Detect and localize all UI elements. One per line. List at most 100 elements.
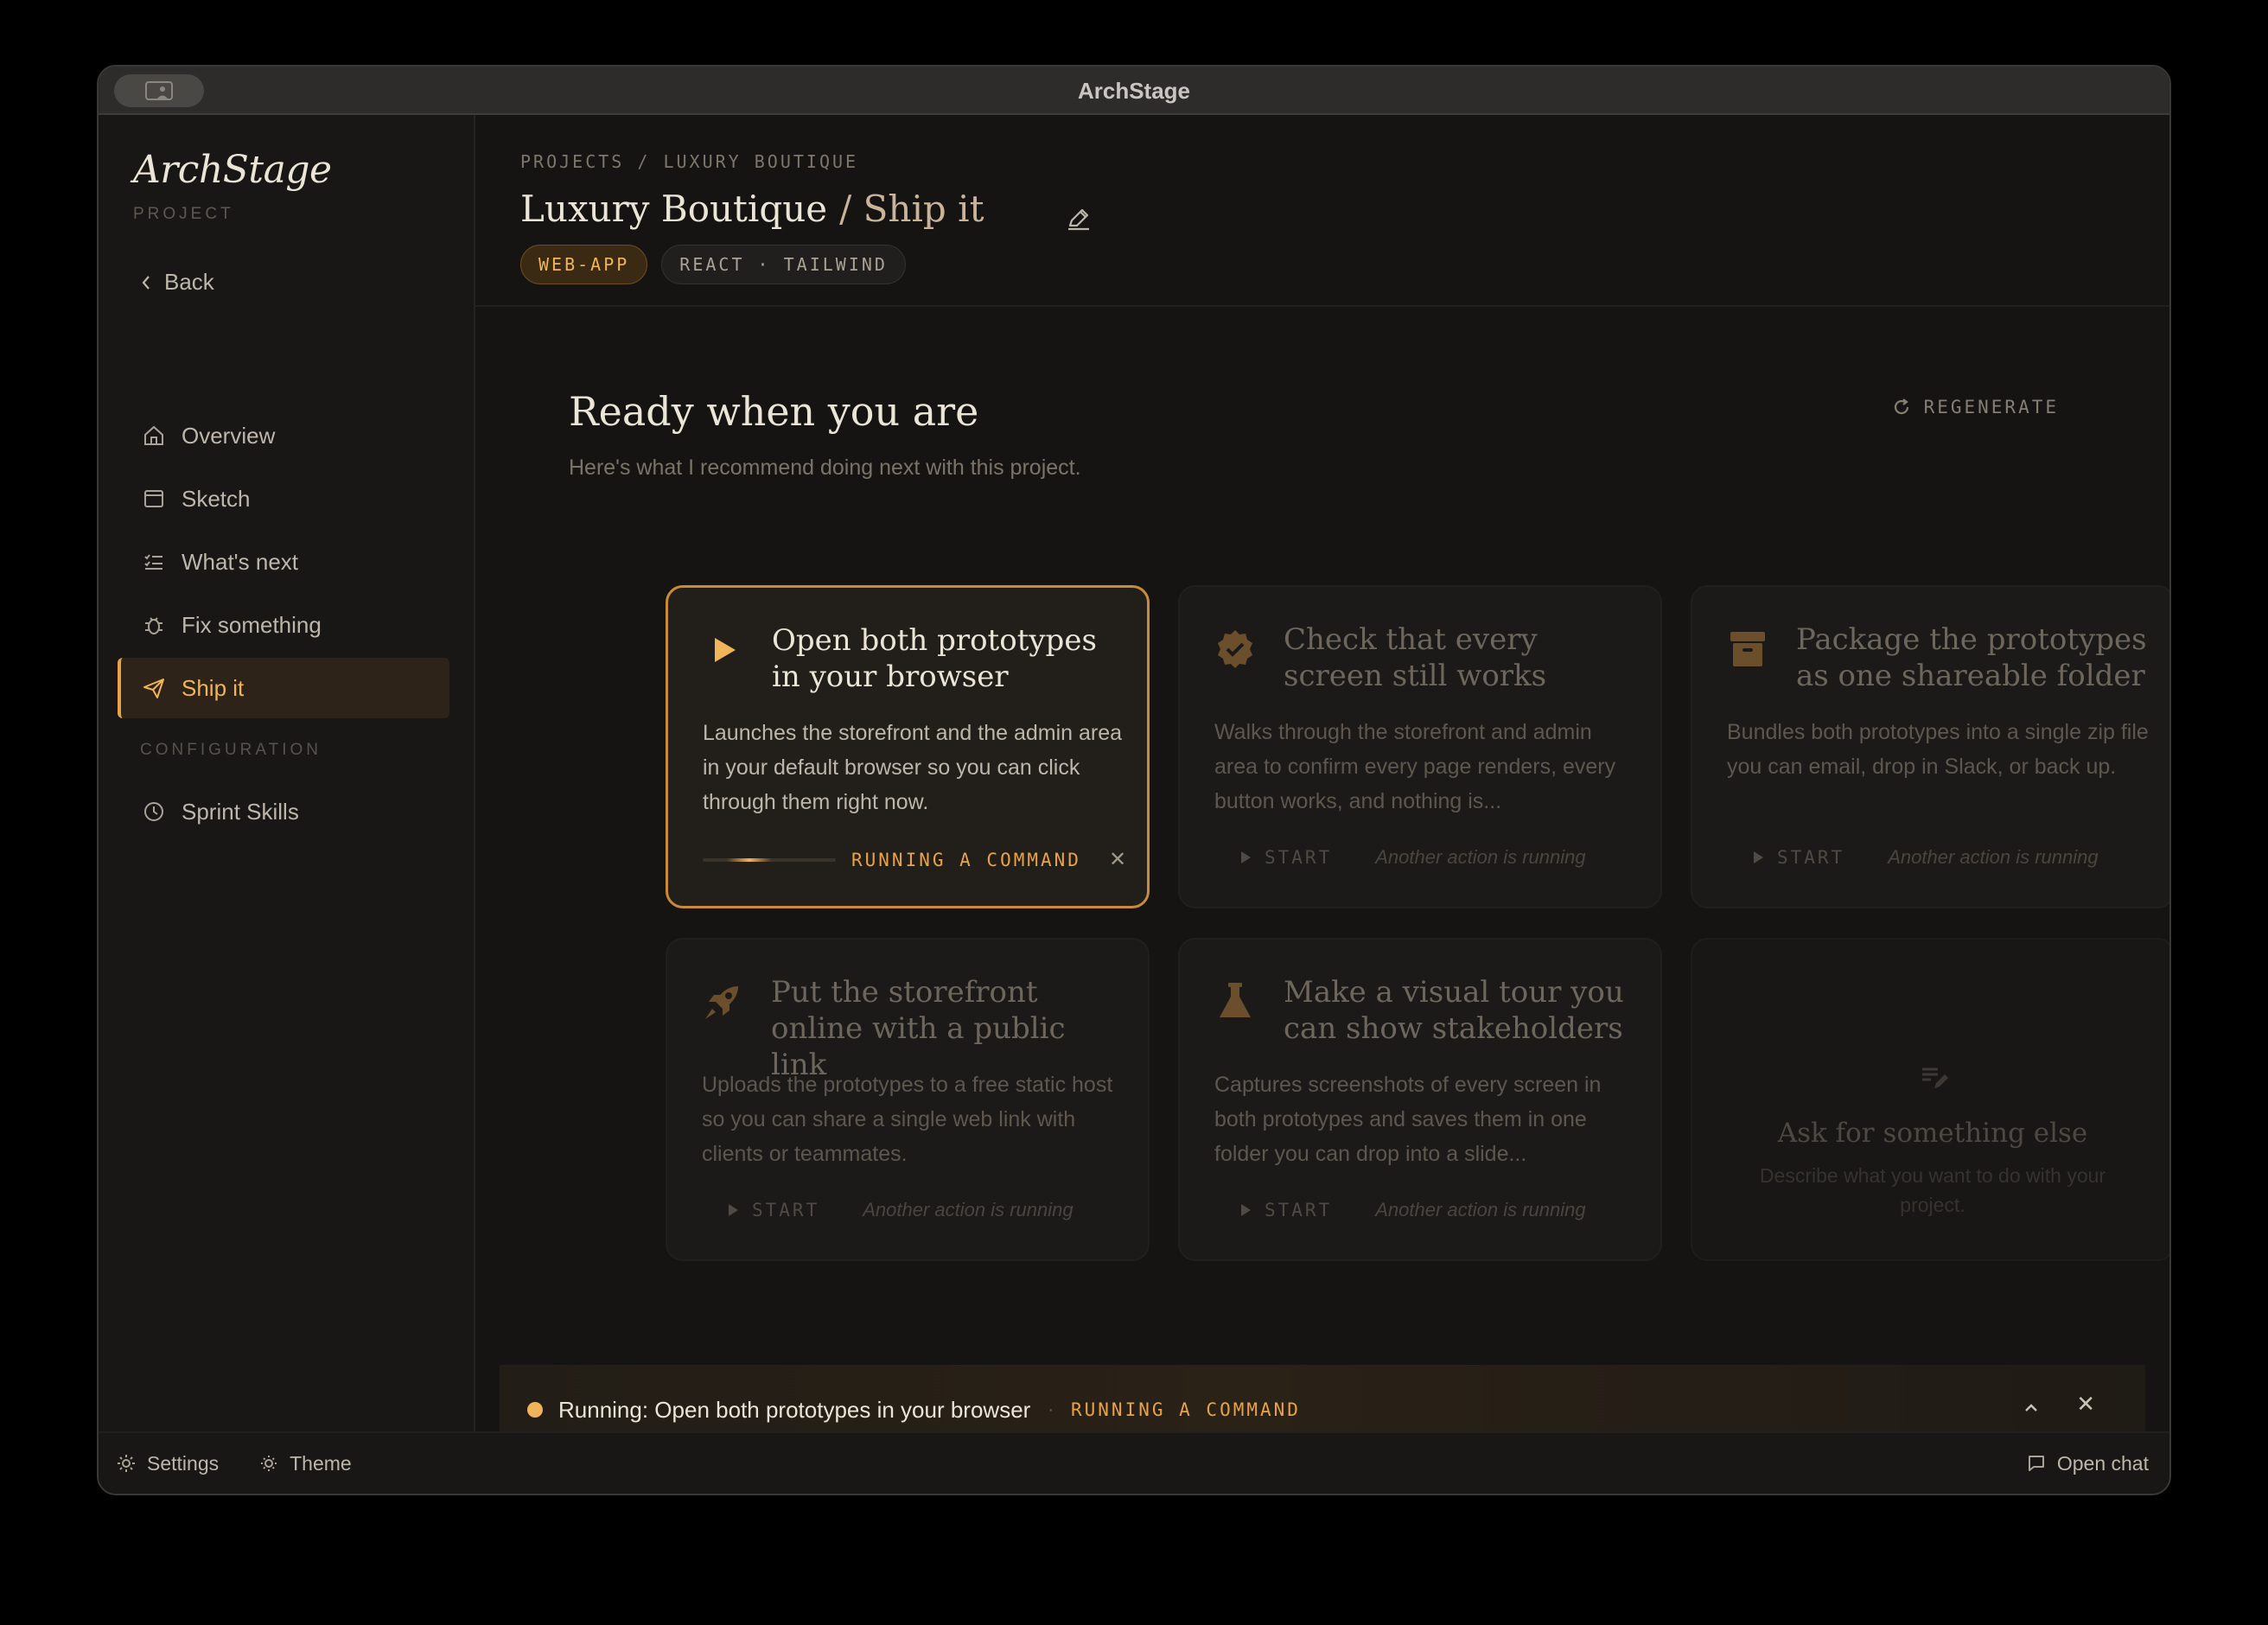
card-description: Describe what you want to do with your p… — [1759, 1164, 2106, 1216]
progress-bar — [703, 857, 836, 862]
title-bar: ArchStage — [99, 67, 2169, 115]
browser-icon — [144, 490, 163, 507]
section-heading: Ready when you are — [569, 388, 979, 435]
close-icon[interactable]: ✕ — [2076, 1391, 2095, 1418]
card-title: Check that every screen still works — [1284, 622, 1547, 693]
open-chat-button[interactable]: Open chat — [2026, 1452, 2149, 1475]
sidebar-item-fix-something[interactable]: Fix something — [118, 595, 449, 655]
card-title: Ask for something else — [1777, 1118, 2088, 1149]
regenerate-button[interactable]: REGENERATE — [1891, 397, 2059, 417]
back-label: Back — [164, 269, 214, 295]
theme-label: Theme — [290, 1451, 352, 1475]
play-icon — [729, 1204, 738, 1216]
project-name: Luxury Boutique — [520, 188, 828, 230]
edit-icon[interactable] — [1065, 205, 1093, 233]
separator: · — [1048, 1399, 1054, 1419]
card-description: Captures screenshots of every screen in … — [1214, 1073, 1602, 1166]
sidebar-item-label: Fix something — [182, 611, 322, 638]
sidebar-item-label: What's next — [182, 548, 299, 575]
verified-badge-icon — [1218, 630, 1252, 668]
window-title: ArchStage — [1077, 78, 1191, 104]
gear-icon — [118, 1455, 135, 1472]
play-icon — [1241, 1204, 1251, 1216]
card-footer: START Another action is running — [702, 1199, 1073, 1221]
edit-note-icon — [1922, 1067, 1948, 1088]
settings-label: Settings — [147, 1451, 220, 1475]
card-footer: RUNNING A COMMAND ✕ — [703, 847, 1126, 872]
clock-icon — [144, 802, 163, 821]
breadcrumb: PROJECTS / LUXURY BOUTIQUE — [520, 151, 859, 172]
rocket-icon — [705, 986, 738, 1019]
busy-label: Another action is running — [863, 1199, 1073, 1220]
action-card-open-prototypes[interactable]: Open both prototypes in your browser Lau… — [666, 585, 1150, 908]
custom-request-card[interactable]: Ask for something else Describe what you… — [1691, 938, 2169, 1261]
start-label: START — [1777, 847, 1845, 868]
sidebar-item-sketch[interactable]: Sketch — [118, 468, 449, 529]
sidebar-item-ship-it[interactable]: Ship it — [118, 658, 449, 718]
card-title: Make a visual tour you can show stakehol… — [1284, 975, 1624, 1046]
page-subtitle: / Ship it — [839, 188, 984, 230]
status-label: RUNNING A COMMAND — [1071, 1399, 1301, 1420]
action-card-package[interactable]: Package the prototypes as one shareable … — [1691, 585, 2169, 908]
cancel-icon[interactable]: ✕ — [1109, 847, 1126, 872]
running-task-text: Running: Open both prototypes in your br… — [558, 1396, 1031, 1423]
theme-button[interactable]: Theme — [258, 1452, 352, 1475]
send-icon — [143, 679, 164, 698]
regenerate-label: REGENERATE — [1923, 397, 2059, 417]
footer-bar: Settings Theme Open chat — [99, 1431, 2169, 1494]
brand-subtitle: PROJECT — [133, 205, 234, 223]
sidebar-item-overview[interactable]: Overview — [118, 405, 449, 466]
chevron-left-icon — [142, 275, 150, 290]
play-icon — [1754, 851, 1763, 863]
sidebar: ArchStage PROJECT Back Overview Sketch W… — [99, 115, 475, 1431]
tag-list: WEB-APP REACT · TAILWIND — [520, 245, 906, 284]
chat-icon — [2028, 1456, 2044, 1471]
checklist-icon — [144, 554, 162, 570]
page-title: Luxury Boutique / Ship it — [520, 188, 984, 230]
card-title: Package the prototypes as one shareable … — [1796, 622, 2147, 693]
busy-label: Another action is running — [1375, 1199, 1586, 1220]
brand-logo: ArchStage — [133, 148, 332, 192]
sidebar-item-label: Sketch — [182, 485, 251, 512]
card-footer: START Another action is running — [1214, 846, 1586, 869]
start-label: START — [752, 1200, 820, 1220]
card-footer: START Another action is running — [1727, 846, 2099, 869]
card-description: Uploads the prototypes to a free static … — [702, 1073, 1113, 1166]
start-label: START — [1265, 1200, 1333, 1220]
sidebar-item-sprint-skills[interactable]: Sprint Skills — [118, 781, 449, 842]
section-subheading: Here's what I recommend doing next with … — [569, 456, 1081, 480]
tag-badge: WEB-APP — [520, 245, 648, 284]
card-description: Walks through the storefront and admin a… — [1214, 720, 1616, 813]
start-label: START — [1265, 847, 1333, 868]
card-description: Bundles both prototypes into a single zi… — [1727, 720, 2149, 779]
configuration-section-label: CONFIGURATION — [140, 741, 322, 759]
sidebar-item-whats-next[interactable]: What's next — [118, 532, 449, 592]
sidebar-item-label: Sprint Skills — [182, 798, 299, 825]
busy-label: Another action is running — [1375, 846, 1586, 868]
back-button[interactable]: Back — [140, 269, 214, 296]
card-footer: START Another action is running — [1214, 1199, 1586, 1221]
bug-icon — [145, 617, 162, 634]
card-title: Open both prototypes in your browser — [772, 623, 1097, 694]
sun-icon — [261, 1456, 277, 1471]
action-card-check-screens[interactable]: Check that every screen still works Walk… — [1178, 585, 1662, 908]
start-button[interactable]: START — [726, 1200, 819, 1220]
start-button[interactable]: START — [1239, 1200, 1332, 1220]
action-card-publish[interactable]: Put the storefront online with a public … — [666, 938, 1150, 1261]
open-chat-label: Open chat — [2056, 1451, 2149, 1475]
play-icon — [1241, 851, 1251, 863]
refresh-icon — [1894, 398, 1908, 415]
action-card-visual-tour[interactable]: Make a visual tour you can show stakehol… — [1178, 938, 1662, 1261]
chevron-up-icon[interactable] — [2021, 1398, 2042, 1418]
status-label: RUNNING A COMMAND — [851, 849, 1081, 870]
start-button[interactable]: START — [1239, 847, 1332, 868]
flask-icon — [1220, 983, 1251, 1017]
main-content: PROJECTS / LUXURY BOUTIQUE Luxury Boutiq… — [475, 115, 2169, 1455]
busy-label: Another action is running — [1888, 846, 2099, 868]
start-button[interactable]: START — [1751, 847, 1844, 868]
card-description: Launches the storefront and the admin ar… — [703, 721, 1123, 814]
settings-button[interactable]: Settings — [116, 1452, 219, 1475]
play-icon — [715, 638, 736, 662]
app-window: ArchStage ArchStage PROJECT Back Overvie… — [97, 65, 2171, 1495]
home-icon — [144, 425, 163, 445]
